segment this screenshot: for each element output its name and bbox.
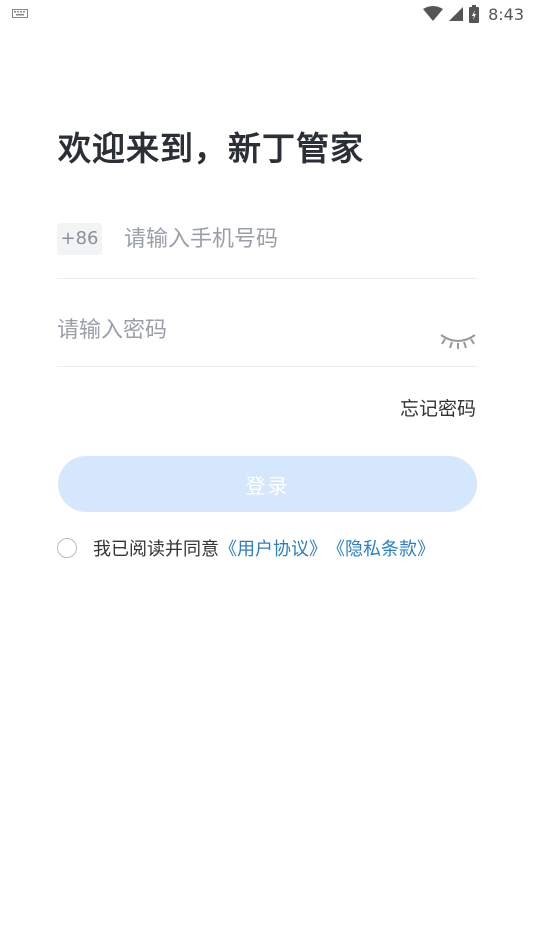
- forgot-password-link[interactable]: 忘记密码: [400, 394, 476, 421]
- wifi-icon: [423, 6, 444, 21]
- agreement-checkbox[interactable]: [57, 538, 77, 558]
- password-input[interactable]: [57, 312, 417, 348]
- agreement-row: 我已阅读并同意 《用户协议》 《隐私条款》: [57, 535, 435, 561]
- agreement-text: 我已阅读并同意: [93, 539, 219, 560]
- status-icons: 8:43: [423, 2, 524, 26]
- eye-closed-icon[interactable]: [439, 329, 477, 351]
- user-agreement-link[interactable]: 《用户协议》: [219, 535, 327, 561]
- page-title: 欢迎来到，新丁管家: [58, 129, 364, 168]
- status-bar: 8:43: [0, 0, 534, 30]
- privacy-policy-link[interactable]: 《隐私条款》: [327, 535, 435, 561]
- status-time: 8:43: [488, 4, 524, 24]
- keyboard-icon: [12, 9, 28, 18]
- login-button[interactable]: 登录: [58, 456, 477, 512]
- phone-field-row: +86: [57, 216, 477, 279]
- password-field-row: [57, 304, 477, 367]
- battery-icon: [469, 5, 480, 23]
- country-code-badge[interactable]: +86: [57, 223, 102, 255]
- cell-signal-icon: [449, 7, 464, 21]
- phone-input[interactable]: [124, 221, 464, 257]
